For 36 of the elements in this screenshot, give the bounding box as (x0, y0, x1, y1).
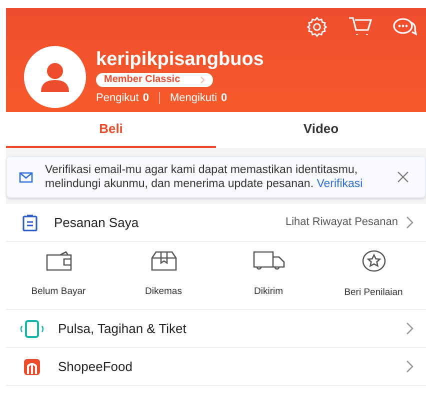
notice-text: Verifikasi email-mu agar kami dapat memastikan identitasmu, melindungi akunmu, dan menerima update pesanan. Verifikasi (45, 163, 364, 191)
settings-icon[interactable] (306, 16, 328, 38)
cart-icon[interactable] (348, 16, 372, 38)
order-status[interactable]: Belum Bayar (6, 242, 111, 309)
followers-label: Pengikut (96, 90, 139, 106)
followers-count: 0 (142, 90, 149, 106)
verify-link[interactable]: Verifikasi (316, 178, 363, 190)
tab[interactable]: Video (216, 112, 426, 148)
order-status[interactable]: Beri Penilaian (321, 242, 426, 309)
order-status[interactable]: Dikemas (111, 242, 216, 309)
chevron-right-icon (200, 76, 206, 84)
mail-icon (19, 172, 33, 182)
person-icon (38, 60, 72, 94)
chat-icon[interactable] (392, 16, 418, 38)
following-label: Mengikuti (170, 90, 218, 106)
member-badge[interactable]: Member Classic (96, 72, 214, 87)
menu-row[interactable]: Pulsa, Tagihan & Tiket (6, 310, 426, 348)
menu-label: ShopeeFood (58, 358, 134, 376)
chevron-right-icon (406, 216, 414, 229)
username: keripikpisangbuos (96, 48, 264, 72)
chevron-right-icon (406, 322, 414, 335)
following-count: 0 (221, 90, 228, 106)
tablet-icon (18, 318, 46, 338)
orders-title: Pesanan Saya (54, 214, 140, 232)
orders-row[interactable]: Pesanan Saya Lihat Riwayat Pesanan (6, 204, 426, 242)
clipboard-icon (22, 214, 38, 232)
menu-row[interactable]: ShopeeFood (6, 348, 426, 386)
order-history-link[interactable]: Lihat Riwayat Pesanan (285, 214, 398, 231)
box-icon (150, 251, 176, 272)
menu-label: Pulsa, Tagihan & Tiket (58, 320, 188, 338)
chevron-right-icon (406, 360, 414, 373)
close-icon[interactable] (397, 171, 409, 183)
order-status[interactable]: Dikirim (216, 242, 321, 309)
truck-icon (252, 251, 284, 272)
wallet-icon (46, 251, 72, 272)
star-circle-icon (362, 250, 386, 272)
